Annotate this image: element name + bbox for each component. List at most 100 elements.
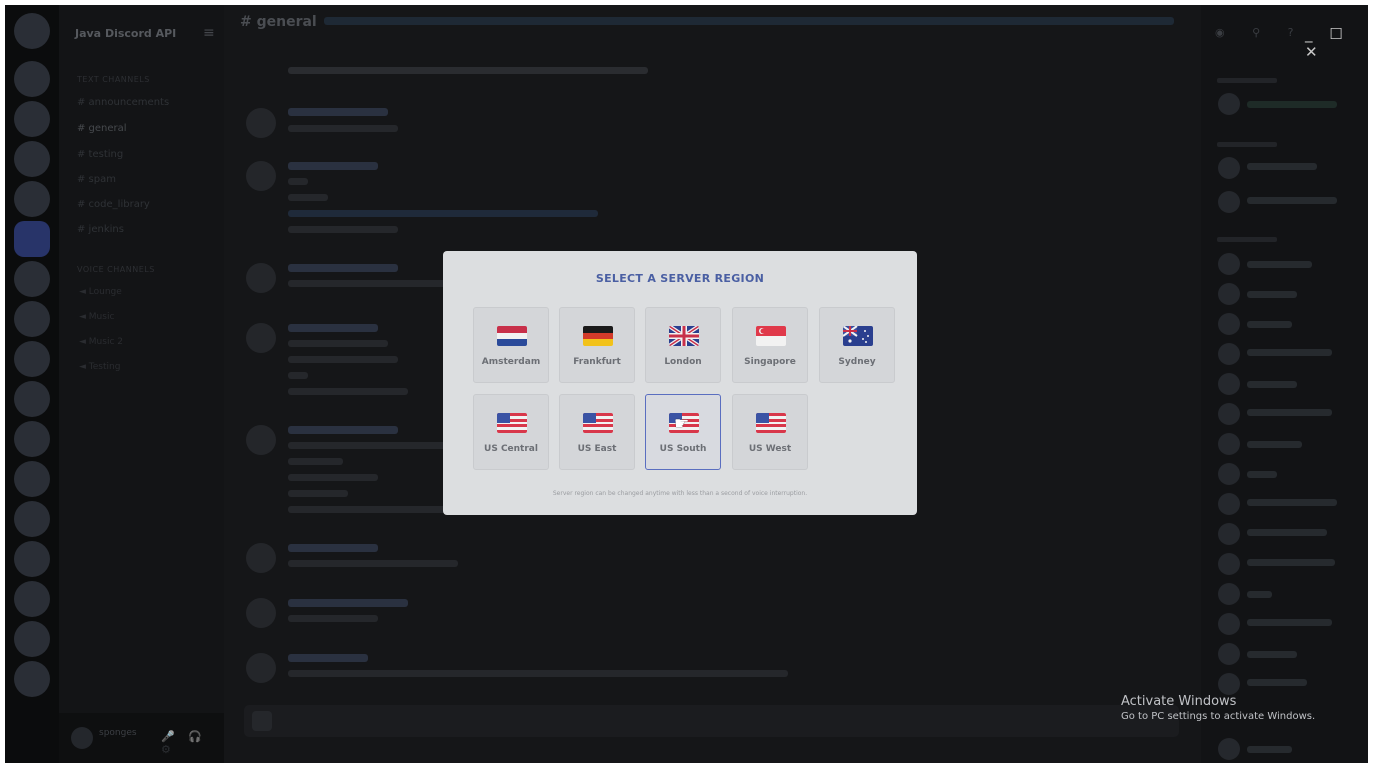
avatar[interactable] <box>246 543 276 573</box>
avatar[interactable] <box>1218 613 1240 635</box>
member-name[interactable] <box>1247 291 1297 298</box>
member-name[interactable] <box>1247 321 1292 328</box>
member-name[interactable] <box>1247 746 1292 753</box>
server-icon[interactable] <box>14 341 50 377</box>
avatar[interactable] <box>1218 553 1240 575</box>
server-icon[interactable] <box>14 301 50 337</box>
server-icon[interactable] <box>14 101 50 137</box>
avatar[interactable] <box>246 598 276 628</box>
server-icon[interactable] <box>14 621 50 657</box>
member-name[interactable] <box>1247 529 1327 536</box>
region-option-amsterdam[interactable]: Amsterdam <box>473 307 549 383</box>
channel-jenkins[interactable]: # jenkins <box>77 224 124 235</box>
message-author[interactable] <box>288 162 378 170</box>
message-author[interactable] <box>288 324 378 332</box>
avatar[interactable] <box>1218 93 1240 115</box>
server-icon[interactable] <box>14 501 50 537</box>
member-name[interactable] <box>1247 619 1332 626</box>
server-icon[interactable] <box>14 661 50 697</box>
member-name[interactable] <box>1247 261 1312 268</box>
guild-name[interactable]: Java Discord API <box>75 27 176 40</box>
member-name[interactable] <box>1247 471 1277 478</box>
home-icon[interactable] <box>14 13 50 49</box>
avatar[interactable] <box>1218 373 1240 395</box>
server-icon[interactable] <box>14 61 50 97</box>
avatar[interactable] <box>1218 403 1240 425</box>
voice-channel-lounge[interactable]: ◄ Lounge <box>79 287 122 297</box>
server-icon[interactable] <box>14 261 50 297</box>
avatar[interactable] <box>1218 157 1240 179</box>
avatar[interactable] <box>1218 583 1240 605</box>
member-name[interactable] <box>1247 679 1307 686</box>
voice-channel-testing[interactable]: ◄ Testing <box>79 362 120 372</box>
message-input[interactable] <box>244 705 1179 737</box>
upload-button[interactable] <box>252 711 272 731</box>
avatar[interactable] <box>1218 283 1240 305</box>
user-controls-icon[interactable]: 🎤 🎧 ⚙ <box>161 730 224 756</box>
avatar[interactable] <box>246 653 276 683</box>
member-name[interactable] <box>1247 409 1332 416</box>
server-icon[interactable] <box>14 141 50 177</box>
server-icon[interactable] <box>14 181 50 217</box>
avatar[interactable] <box>246 161 276 191</box>
region-option-london[interactable]: London <box>645 307 721 383</box>
avatar[interactable] <box>1218 643 1240 665</box>
message-author[interactable] <box>288 108 388 116</box>
channel-testing[interactable]: # testing <box>77 149 123 160</box>
channel-announcements[interactable]: # announcements <box>77 97 169 108</box>
avatar[interactable] <box>246 263 276 293</box>
avatar[interactable] <box>1218 191 1240 213</box>
avatar[interactable] <box>246 323 276 353</box>
avatar[interactable] <box>246 425 276 455</box>
region-option-singapore[interactable]: Singapore <box>732 307 808 383</box>
region-option-sydney[interactable]: Sydney <box>819 307 895 383</box>
voice-channel-music[interactable]: ◄ Music <box>79 312 114 322</box>
avatar[interactable] <box>1218 493 1240 515</box>
channel-spam[interactable]: # spam <box>77 174 116 185</box>
avatar[interactable] <box>71 727 93 749</box>
server-icon-selected[interactable] <box>14 221 50 257</box>
category-text-channels[interactable]: text channels <box>77 75 150 84</box>
avatar[interactable] <box>1218 253 1240 275</box>
member-name[interactable] <box>1247 101 1337 108</box>
avatar[interactable] <box>1218 313 1240 335</box>
message-link[interactable] <box>288 210 598 217</box>
message-author[interactable] <box>288 426 398 434</box>
server-icon[interactable] <box>14 421 50 457</box>
member-name[interactable] <box>1247 499 1337 506</box>
menu-icon[interactable]: ≡ <box>203 25 215 41</box>
channel-code-library[interactable]: # code_library <box>77 199 150 210</box>
member-name[interactable] <box>1247 651 1297 658</box>
channel-general[interactable]: # general <box>77 123 127 134</box>
region-option-frankfurt[interactable]: Frankfurt <box>559 307 635 383</box>
member-name[interactable] <box>1247 441 1302 448</box>
server-icon[interactable] <box>14 381 50 417</box>
server-icon[interactable] <box>14 581 50 617</box>
avatar[interactable] <box>1218 343 1240 365</box>
avatar[interactable] <box>1218 433 1240 455</box>
member-name[interactable] <box>1247 349 1332 356</box>
region-option-us-central[interactable]: US Central <box>473 394 549 470</box>
region-option-us-east[interactable]: US East <box>559 394 635 470</box>
server-icon[interactable] <box>14 461 50 497</box>
category-voice-channels[interactable]: voice channels <box>77 265 155 274</box>
member-name[interactable] <box>1247 559 1335 566</box>
member-name[interactable] <box>1247 197 1337 204</box>
member-name[interactable] <box>1247 381 1297 388</box>
avatar[interactable] <box>1218 523 1240 545</box>
message-author[interactable] <box>288 544 378 552</box>
member-name[interactable] <box>1247 163 1317 170</box>
avatar[interactable] <box>246 108 276 138</box>
region-option-us-west[interactable]: US West <box>732 394 808 470</box>
member-name[interactable] <box>1247 591 1272 598</box>
header-toolbar-icon[interactable]: ◉ ⚲ ? <box>1215 26 1306 39</box>
window-controls-icon[interactable]: _ ☐ ✕ <box>1305 25 1368 61</box>
avatar[interactable] <box>1218 738 1240 760</box>
message-author[interactable] <box>288 264 398 272</box>
message-author[interactable] <box>288 654 368 662</box>
server-icon[interactable] <box>14 541 50 577</box>
avatar[interactable] <box>1218 673 1240 695</box>
avatar[interactable] <box>1218 463 1240 485</box>
channel-topic[interactable] <box>324 17 1174 25</box>
voice-channel-music-2[interactable]: ◄ Music 2 <box>79 337 123 347</box>
